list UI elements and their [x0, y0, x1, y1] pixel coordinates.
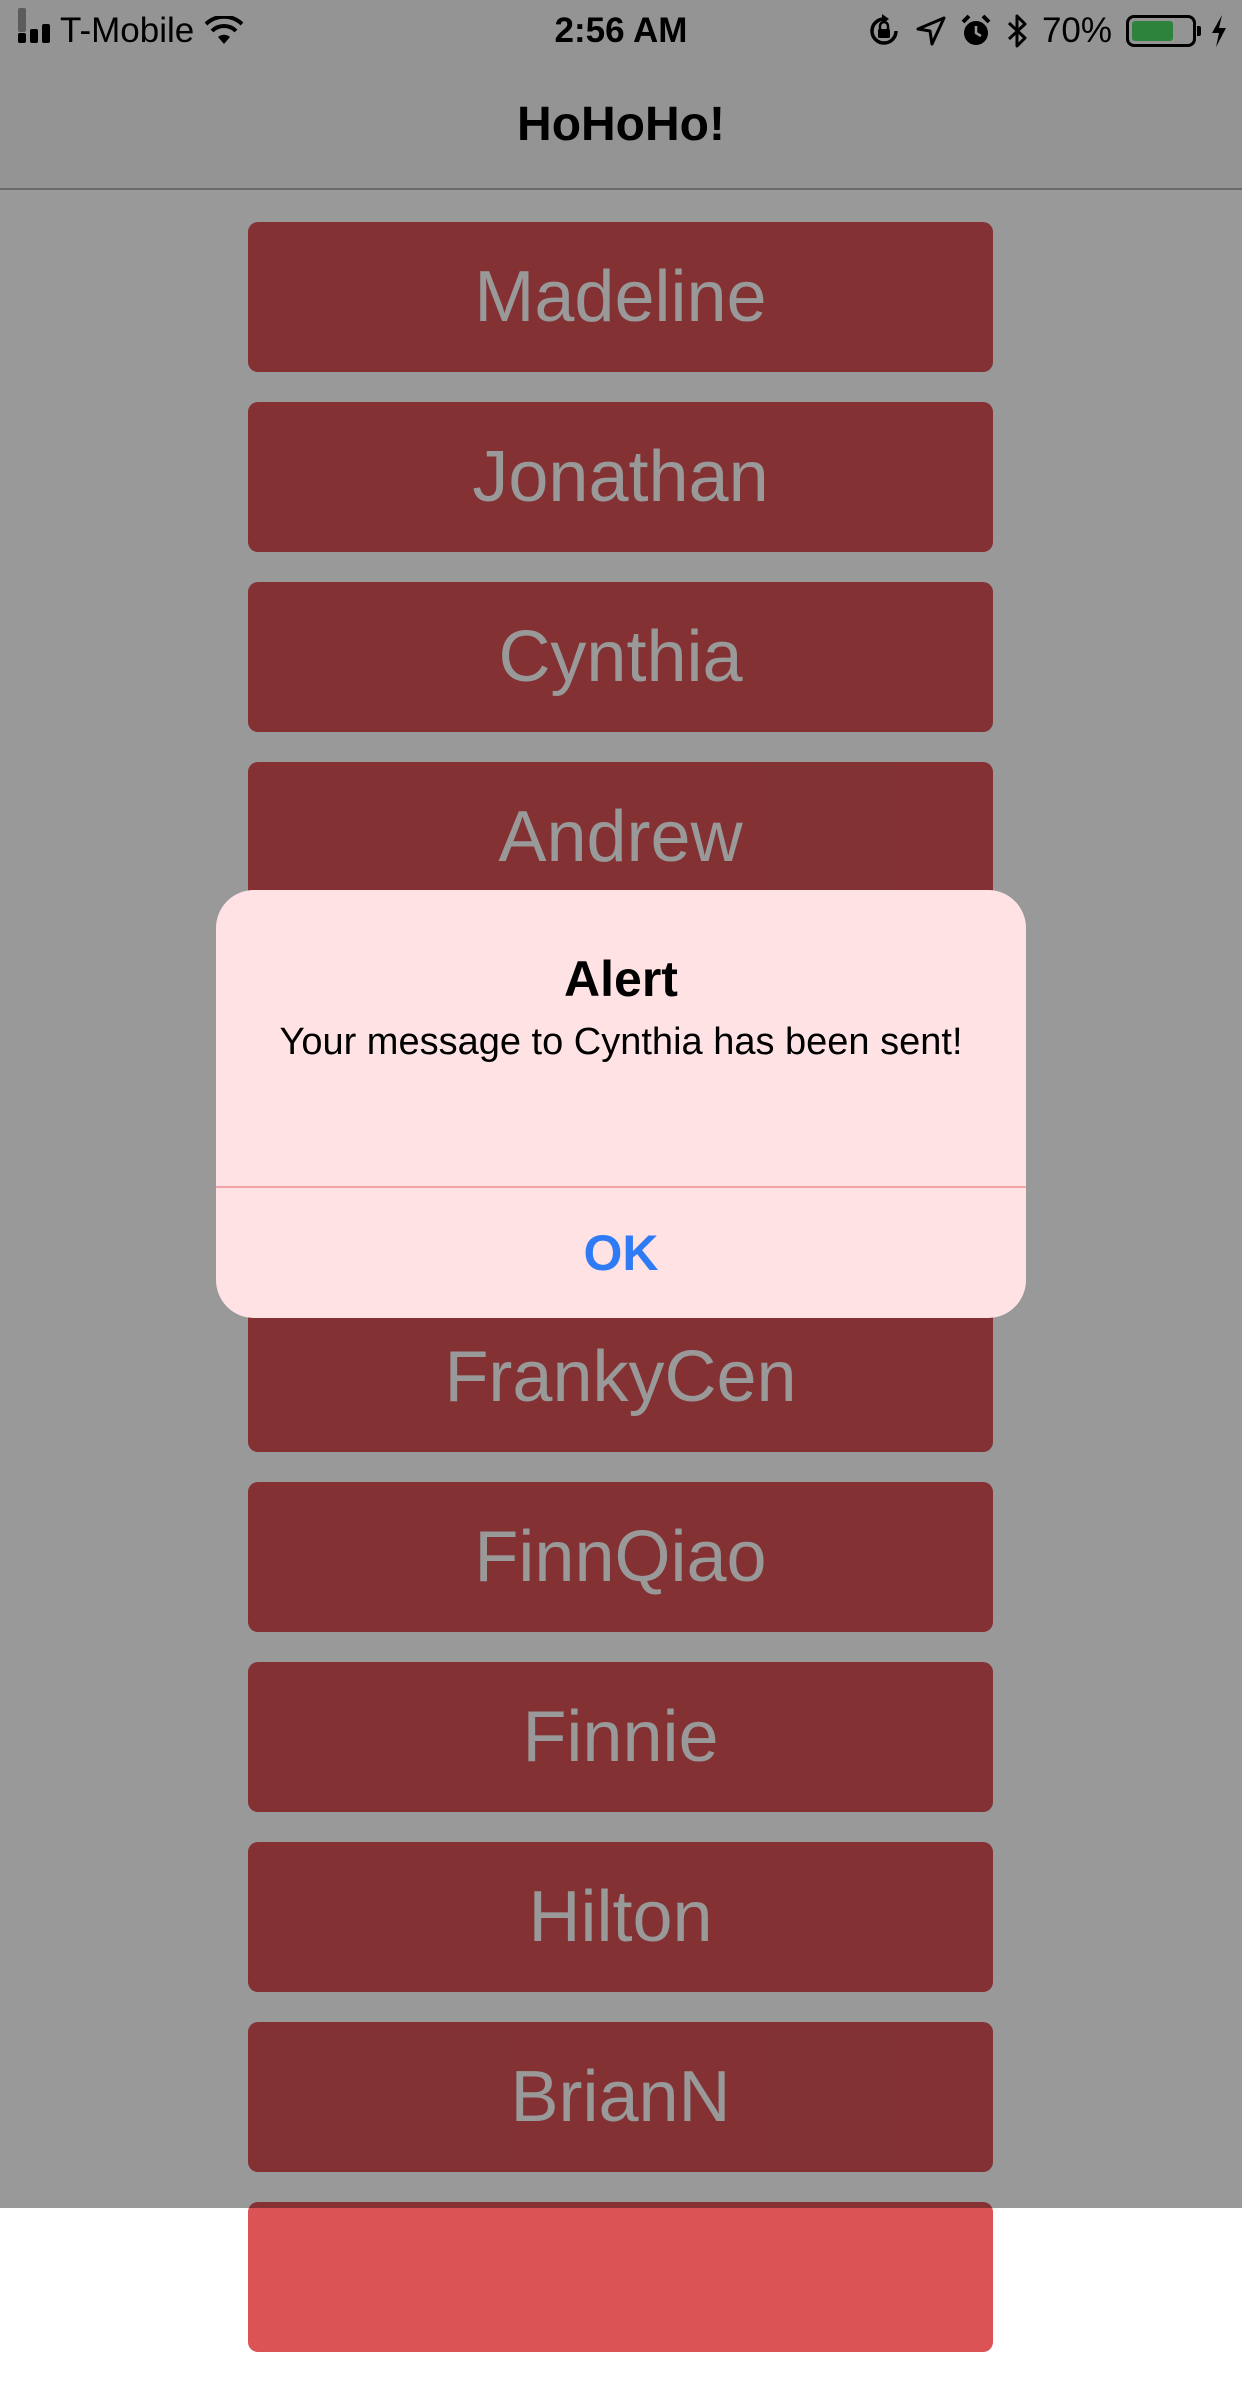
alert-dialog: Alert Your message to Cynthia has been s…: [216, 890, 1026, 1318]
ok-button[interactable]: OK: [216, 1188, 1026, 1318]
alert-message: Your message to Cynthia has been sent!: [279, 1021, 963, 1063]
alert-body: Alert Your message to Cynthia has been s…: [216, 890, 1026, 1186]
alert-title: Alert: [564, 951, 678, 1007]
person-button[interactable]: [248, 2202, 993, 2352]
